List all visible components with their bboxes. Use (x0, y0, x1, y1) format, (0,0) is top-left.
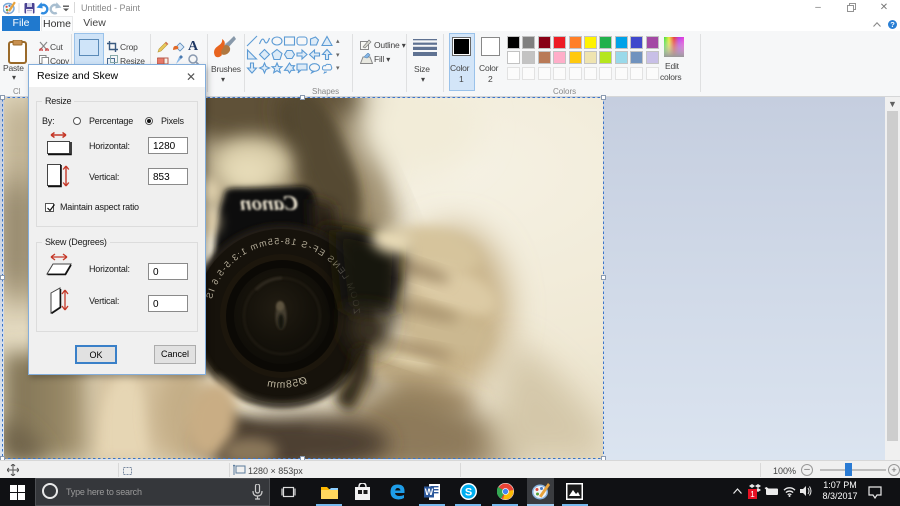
svg-text:W: W (425, 487, 434, 497)
svg-text:S: S (465, 487, 472, 499)
svg-text:1: 1 (750, 490, 755, 499)
